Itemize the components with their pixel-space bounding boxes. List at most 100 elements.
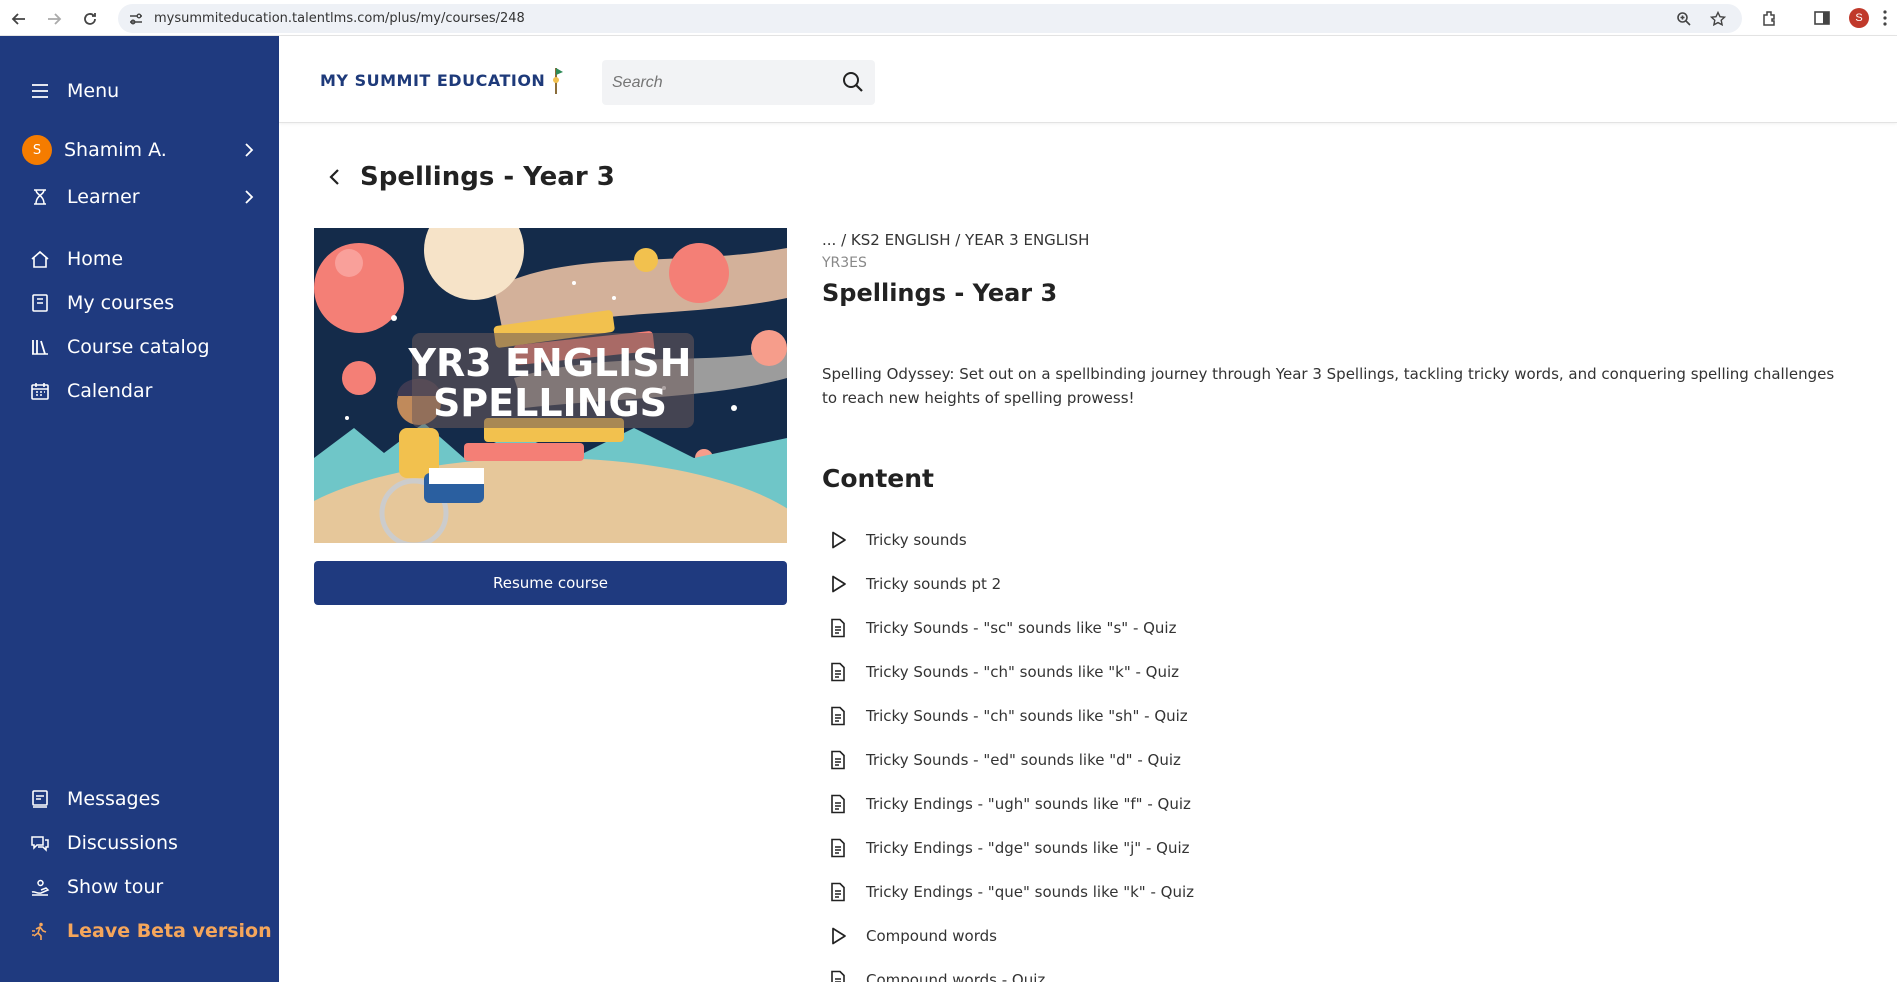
- logo-text: MY SUMMIT EDUCATION: [320, 70, 546, 90]
- address-bar[interactable]: mysummiteducation.talentlms.com/plus/my/…: [118, 4, 1742, 33]
- sidebar-item-label: Discussions: [67, 832, 178, 854]
- content-unit-label: Compound words - Quiz: [866, 971, 1046, 982]
- zoom-icon[interactable]: [1676, 11, 1692, 27]
- browser-toolbar: mysummiteducation.talentlms.com/plus/my/…: [0, 0, 1897, 36]
- content-unit[interactable]: Tricky sounds: [828, 518, 1194, 562]
- learner-icon: [34, 189, 46, 205]
- course-cover-illustration: YR3 ENGLISH SPELLINGS: [314, 228, 787, 543]
- content-unit-label: Compound words: [866, 927, 997, 945]
- avatar: S: [22, 135, 52, 165]
- logo-flag-icon: [553, 68, 564, 94]
- content-unit[interactable]: Compound words: [828, 914, 1194, 958]
- sidebar: Menu S Shamim A. Learner Home My courses…: [0, 36, 279, 982]
- course-code: YR3ES: [822, 255, 867, 271]
- side-panel-icon[interactable]: [1812, 8, 1832, 28]
- back-chevron-icon[interactable]: [326, 168, 344, 186]
- content-unit[interactable]: Compound words - Quiz: [828, 958, 1194, 982]
- content-unit[interactable]: Tricky Endings - "ugh" sounds like "f" -…: [828, 782, 1194, 826]
- document-icon: [831, 838, 845, 858]
- chevron-right-icon: [245, 190, 254, 204]
- course-title: Spellings - Year 3: [822, 279, 1058, 307]
- browser-profile-avatar[interactable]: S: [1849, 8, 1869, 28]
- document-icon: [831, 750, 845, 770]
- content-unit[interactable]: Tricky Sounds - "ed" sounds like "d" - Q…: [828, 738, 1194, 782]
- sidebar-item-label: Course catalog: [67, 336, 210, 358]
- calendar-icon: [31, 383, 49, 400]
- sidebar-item-label: Leave Beta version: [67, 920, 272, 942]
- resume-course-button[interactable]: Resume course: [314, 561, 787, 605]
- sidebar-item-calendar[interactable]: Calendar: [30, 380, 152, 402]
- document-icon: [831, 882, 845, 902]
- url-text: mysummiteducation.talentlms.com/plus/my/…: [154, 11, 525, 26]
- content-unit-label: Tricky Endings - "dge" sounds like "j" -…: [866, 839, 1190, 857]
- cover-title-line2: SPELLINGS: [433, 381, 667, 425]
- back-arrow-icon[interactable]: [6, 6, 32, 32]
- document-icon: [831, 662, 845, 682]
- sidebar-user-name: Shamim A.: [64, 139, 167, 161]
- document-icon: [831, 618, 845, 638]
- site-info-icon[interactable]: [128, 11, 144, 27]
- top-header: MY SUMMIT EDUCATION: [279, 36, 1897, 123]
- sidebar-item-messages[interactable]: Messages: [30, 788, 160, 810]
- document-icon: [831, 794, 845, 814]
- messages-icon: [32, 790, 48, 808]
- content-unit-label: Tricky Endings - "que" sounds like "k" -…: [866, 883, 1195, 901]
- content-list: Tricky sounds Tricky sounds pt 2 Tricky So…: [828, 518, 1194, 982]
- sidebar-item-show-tour[interactable]: Show tour: [30, 876, 163, 898]
- sidebar-item-label: Calendar: [67, 380, 153, 402]
- breadcrumb[interactable]: ... / KS2 ENGLISH / YEAR 3 ENGLISH: [822, 231, 1089, 249]
- sidebar-user[interactable]: S Shamim A.: [22, 135, 254, 165]
- sidebar-role-label: Learner: [67, 186, 140, 208]
- home-icon: [31, 250, 49, 268]
- search-input[interactable]: [612, 72, 832, 94]
- content-unit-label: Tricky sounds pt 2: [866, 575, 1002, 593]
- tour-icon: [31, 879, 50, 896]
- browser-menu-icon[interactable]: [1880, 8, 1890, 28]
- cover-title-line1: YR3 ENGLISH: [408, 341, 692, 385]
- site-logo[interactable]: MY SUMMIT EDUCATION: [320, 66, 565, 94]
- page-title: Spellings - Year 3: [360, 162, 615, 192]
- sidebar-item-leave-beta[interactable]: Leave Beta version: [30, 920, 272, 942]
- sidebar-item-home[interactable]: Home: [30, 248, 123, 270]
- sidebar-item-label: Home: [67, 248, 124, 270]
- course-description: Spelling Odyssey: Set out on a spellbind…: [822, 365, 1835, 407]
- page-header: Spellings - Year 3: [326, 162, 615, 192]
- sidebar-item-label: Messages: [67, 788, 161, 810]
- play-icon: [832, 531, 846, 549]
- catalog-icon: [32, 340, 48, 355]
- search-icon[interactable]: [842, 71, 864, 93]
- content-unit-label: Tricky Sounds - "ch" sounds like "sh" - …: [866, 707, 1188, 725]
- content-unit-label: Tricky Sounds - "ed" sounds like "d" - Q…: [866, 751, 1181, 769]
- content-unit-label: Tricky Sounds - "ch" sounds like "k" - Q…: [866, 663, 1180, 681]
- content-unit-label: Tricky Endings - "ugh" sounds like "f" -…: [866, 795, 1191, 813]
- extensions-icon[interactable]: [1760, 8, 1780, 28]
- sidebar-item-label: Show tour: [67, 876, 164, 898]
- course-cover-image: YR3 ENGLISH SPELLINGS: [314, 228, 787, 543]
- chevron-right-icon: [245, 143, 254, 157]
- sidebar-item-course-catalog[interactable]: Course catalog: [30, 336, 210, 358]
- sidebar-item-discussions[interactable]: Discussions: [30, 832, 178, 854]
- play-icon: [832, 927, 846, 945]
- content-unit[interactable]: Tricky Sounds - "ch" sounds like "sh" - …: [828, 694, 1194, 738]
- content-unit[interactable]: Tricky Endings - "dge" sounds like "j" -…: [828, 826, 1194, 870]
- forward-arrow-icon[interactable]: [41, 6, 67, 32]
- leave-beta-icon: [32, 922, 47, 940]
- hamburger-icon: [32, 84, 48, 98]
- discussions-icon: [31, 836, 49, 852]
- search-box: [602, 60, 875, 105]
- document-icon: [831, 970, 845, 982]
- document-icon: [831, 706, 845, 726]
- content-heading: Content: [822, 464, 934, 493]
- book-icon: [32, 294, 48, 312]
- reload-icon[interactable]: [77, 6, 103, 32]
- content-unit[interactable]: Tricky Endings - "que" sounds like "k" -…: [828, 870, 1194, 914]
- play-icon: [832, 575, 846, 593]
- sidebar-item-label: My courses: [67, 292, 175, 314]
- content-unit[interactable]: Tricky Sounds - "sc" sounds like "s" - Q…: [828, 606, 1194, 650]
- content-unit[interactable]: Tricky sounds pt 2: [828, 562, 1194, 606]
- sidebar-menu-toggle[interactable]: Menu: [30, 80, 119, 102]
- bookmark-star-icon[interactable]: [1710, 11, 1726, 27]
- sidebar-item-my-courses[interactable]: My courses: [30, 292, 174, 314]
- content-unit[interactable]: Tricky Sounds - "ch" sounds like "k" - Q…: [828, 650, 1194, 694]
- sidebar-role-switch[interactable]: Learner: [30, 186, 254, 208]
